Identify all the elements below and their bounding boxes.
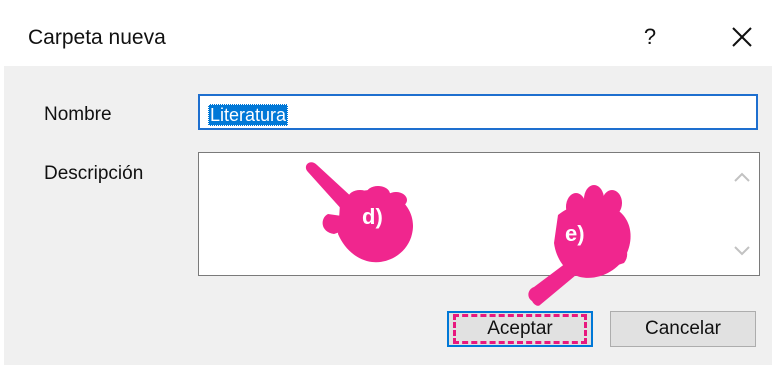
description-label: Descripción [44, 163, 144, 184]
name-input[interactable]: Literatura [198, 94, 758, 130]
scroll-up-icon[interactable] [731, 167, 753, 189]
name-label: Nombre [44, 104, 112, 125]
scroll-down-icon[interactable] [731, 239, 753, 261]
help-button[interactable]: ? [636, 22, 664, 52]
dialog-title-bar: Carpeta nueva ? [0, 0, 772, 66]
annotation-d-label: d) [362, 204, 383, 229]
dialog-body: Nombre Literatura Descripción Aceptar Ca… [4, 66, 772, 365]
close-icon [732, 27, 752, 47]
cancel-button[interactable]: Cancelar [610, 311, 756, 347]
dialog-title: Carpeta nueva [28, 26, 166, 49]
annotation-e-label: e) [565, 221, 585, 246]
name-input-selected-text: Literatura [208, 104, 289, 126]
description-textarea[interactable] [198, 152, 760, 276]
close-button[interactable] [724, 22, 758, 52]
ok-button[interactable]: Aceptar [447, 311, 593, 347]
description-scrollbar[interactable] [725, 153, 759, 275]
